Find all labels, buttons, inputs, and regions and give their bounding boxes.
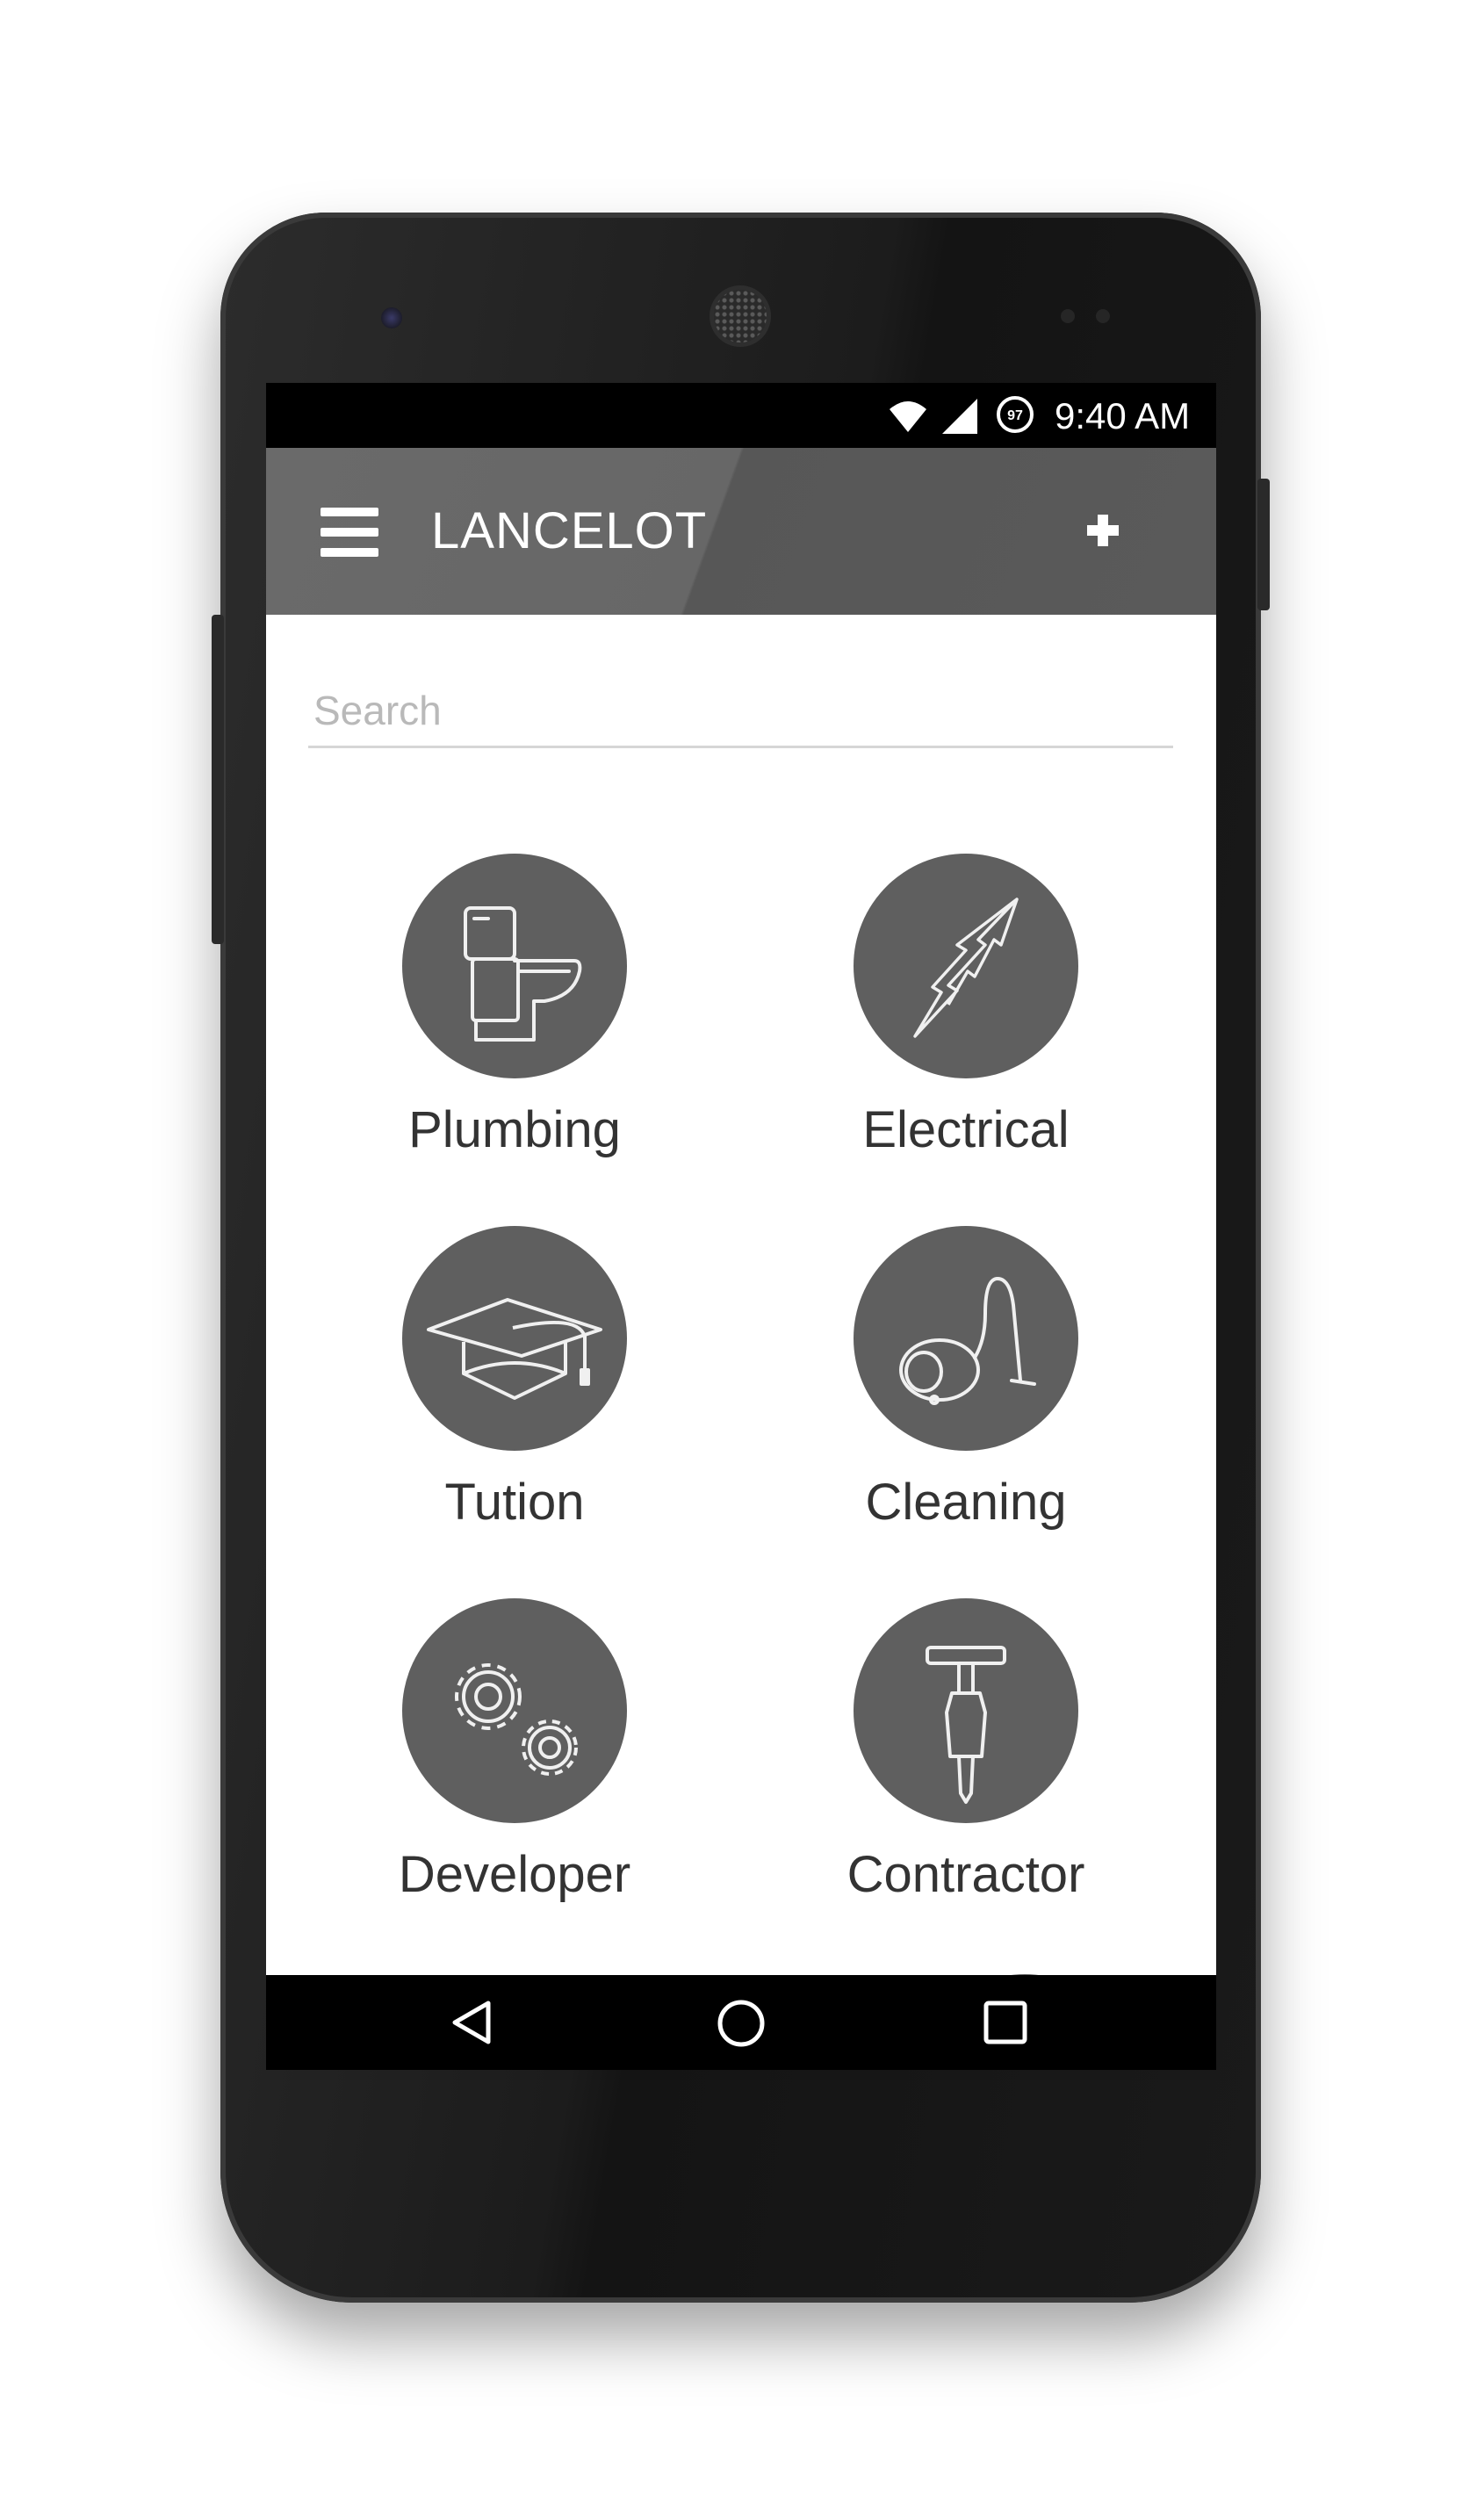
add-button[interactable] [1078,506,1127,555]
plus-icon [1087,515,1119,546]
category-tution[interactable]: Tution [339,1226,690,1560]
front-camera [381,307,402,328]
back-icon[interactable] [448,1998,497,2047]
category-contractor[interactable]: Contractor [790,1598,1142,1932]
category-label: Cleaning [865,1474,1067,1531]
category-label: Plumbing [408,1101,621,1158]
category-circle [854,1598,1078,1823]
category-plumbing[interactable]: Plumbing [339,854,690,1187]
app-title: LANCELOT [431,502,708,559]
category-electrical[interactable]: Electrical [790,854,1142,1187]
graduation-cap-icon [427,1298,602,1400]
clock: 9:40 AM [1055,395,1191,436]
proximity-sensor [1061,309,1075,323]
battery-saver-icon: 97 [997,396,1034,433]
jackhammer-icon [926,1646,1006,1804]
menu-button[interactable] [321,508,378,557]
toilet-icon [464,906,582,1042]
category-developer[interactable]: Developer [339,1598,690,1932]
earpiece-speaker [714,290,767,342]
category-cleaning[interactable]: Cleaning [790,1226,1142,1560]
lightning-icon [913,898,1019,1038]
search-input[interactable] [308,674,1173,748]
status-bar: 97 9:40 AM [266,383,1216,448]
gears-icon [455,1663,578,1776]
category-circle [402,1226,627,1451]
app-screen: 97 9:40 AM LANCELOT Search Plumbing Elec… [266,383,1216,2070]
category-label: Contractor [846,1846,1085,1903]
category-circle [402,1598,627,1823]
light-sensor [1096,309,1110,323]
home-icon[interactable] [716,1998,767,2049]
power-button [1257,479,1270,610]
wifi-icon [890,401,926,432]
vacuum-cleaner-icon [899,1277,1036,1405]
recents-icon[interactable] [983,2000,1028,2045]
volume-button [212,615,224,944]
category-circle [854,1226,1078,1451]
category-circle [402,854,627,1078]
app-bar: LANCELOT [266,448,1216,615]
category-label: Developer [398,1846,631,1903]
category-circle [854,854,1078,1078]
category-label: Tution [444,1474,585,1531]
navigation-bar [266,1975,1216,2070]
category-label: Electrical [862,1101,1070,1158]
svg-text:97: 97 [1007,408,1023,423]
signal-icon [942,399,977,434]
